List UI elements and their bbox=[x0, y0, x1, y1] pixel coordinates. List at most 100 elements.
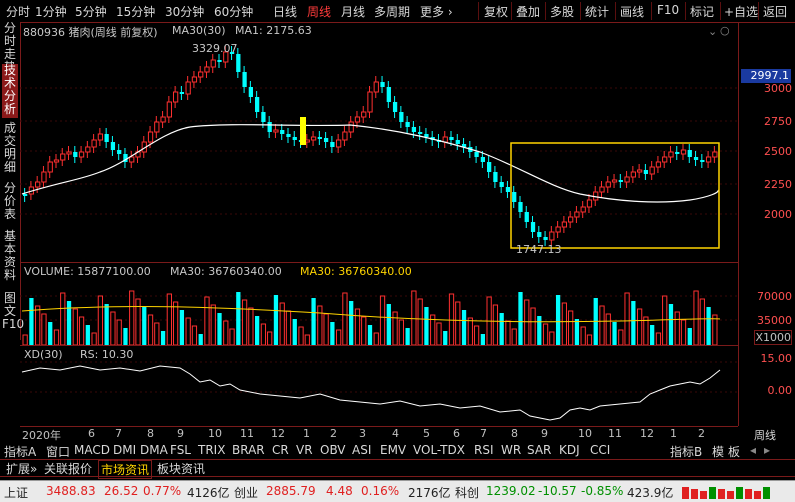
tab-cci[interactable]: CCI bbox=[590, 443, 610, 457]
tab-asi[interactable]: ASI bbox=[352, 443, 371, 457]
indicator-tab-bar: 指标A 窗口 MACD DMI DMA FSL TRIX BRAR CR VR … bbox=[0, 442, 795, 460]
tab-sector-news[interactable]: 板块资讯 bbox=[155, 460, 207, 477]
y-label-3000: 3000 bbox=[764, 82, 792, 95]
selection-box bbox=[510, 142, 720, 249]
candle-svg bbox=[20, 46, 738, 249]
ind-y-label-0: 0.00 bbox=[767, 384, 793, 397]
sh-index-change: 26.52 bbox=[104, 484, 139, 498]
tab-price-table[interactable]: 分价表 bbox=[2, 182, 18, 224]
scroll-right-icon[interactable]: ▸ bbox=[764, 443, 770, 457]
kc-index-change: -10.57 bbox=[538, 484, 577, 498]
period-daily[interactable]: 日线 bbox=[273, 3, 297, 20]
tab-expand[interactable]: 扩展» bbox=[4, 460, 39, 477]
low-price-label: 1747.13 bbox=[516, 243, 562, 256]
tab-vol-tdx[interactable]: VOL-TDX bbox=[413, 443, 465, 457]
tab-technical[interactable]: 技术分析 bbox=[2, 64, 18, 118]
tab-board[interactable]: 板 bbox=[728, 443, 740, 460]
date-label: 9 bbox=[541, 427, 548, 440]
date-label: 2 bbox=[698, 427, 705, 440]
tab-window[interactable]: 窗口 bbox=[46, 443, 70, 460]
add-watchlist-button[interactable]: +自选 bbox=[724, 3, 758, 20]
draw-line-button[interactable]: 画线 bbox=[620, 3, 644, 20]
tab-brar[interactable]: BRAR bbox=[232, 443, 265, 457]
period-multi[interactable]: 多周期 bbox=[374, 3, 410, 20]
cy-index-amount: 2176亿 bbox=[408, 486, 451, 500]
date-label: 7 bbox=[480, 427, 487, 440]
current-price-tag: 2997.1 bbox=[741, 69, 791, 83]
overlay-button[interactable]: 叠加 bbox=[516, 3, 540, 20]
tab-trades[interactable]: 成交明细 bbox=[2, 122, 18, 176]
tab-fenshi[interactable]: 分时走势 bbox=[2, 22, 18, 74]
tab-dma[interactable]: DMA bbox=[140, 443, 168, 457]
tab-dmi[interactable]: DMI bbox=[113, 443, 136, 457]
vol-y-label-35000: 35000 bbox=[757, 314, 792, 327]
period-30min[interactable]: 30分钟 bbox=[165, 3, 204, 20]
tab-cr[interactable]: CR bbox=[272, 443, 289, 457]
tab-related-quote[interactable]: 关联报价 bbox=[42, 460, 94, 477]
date-unit-label[interactable]: 周线 bbox=[754, 427, 776, 443]
date-label: 6 bbox=[88, 427, 95, 440]
date-label: 2 bbox=[330, 427, 337, 440]
tab-market-news[interactable]: 市场资讯 bbox=[98, 460, 153, 479]
scroll-left-icon[interactable]: ◂ bbox=[750, 443, 756, 457]
date-label: 5 bbox=[423, 427, 430, 440]
period-weekly[interactable]: 周线 bbox=[307, 3, 331, 20]
tab-wr[interactable]: WR bbox=[501, 443, 521, 457]
top-toolbar: 分时 1分钟 5分钟 15分钟 30分钟 60分钟 日线 周线 月线 多周期 更… bbox=[0, 0, 795, 23]
date-label: 1 bbox=[670, 427, 677, 440]
sh-index-label[interactable]: 上证 bbox=[4, 484, 28, 501]
tab-indicator-a[interactable]: 指标A bbox=[4, 443, 36, 460]
tab-label: 成交明细 bbox=[3, 121, 16, 174]
tab-label: 分价表 bbox=[3, 181, 16, 221]
y-label-2750: 2750 bbox=[764, 115, 792, 128]
vol-y-label-70000: 70000 bbox=[757, 290, 792, 303]
kc-index-label[interactable]: 科创 bbox=[455, 484, 479, 501]
candlestick-panel[interactable]: 880936 猪肉(周线 前复权) MA30(30) MA1: 2175.63 … bbox=[20, 22, 738, 263]
tab-vr[interactable]: VR bbox=[296, 443, 313, 457]
tab-trix[interactable]: TRIX bbox=[198, 443, 225, 457]
sh-index-value: 3488.83 bbox=[46, 484, 96, 498]
tab-label: 技术分析 bbox=[3, 63, 16, 116]
statistics-button[interactable]: 统计 bbox=[585, 3, 609, 20]
period-monthly[interactable]: 月线 bbox=[341, 3, 365, 20]
tab-template[interactable]: 模 bbox=[712, 443, 724, 460]
kc-index-amount: 423.9亿 bbox=[627, 486, 674, 500]
tab-kdj[interactable]: KDJ bbox=[559, 443, 580, 457]
tab-obv[interactable]: OBV bbox=[320, 443, 346, 457]
y-label-2000: 2000 bbox=[764, 208, 792, 221]
sh-index-amount: 4126亿 bbox=[187, 486, 230, 500]
f10-button[interactable]: F10 bbox=[657, 3, 679, 17]
back-button[interactable]: 返回 bbox=[763, 3, 787, 20]
period-5min[interactable]: 5分钟 bbox=[75, 3, 107, 20]
tab-label: 基本资料 bbox=[3, 229, 16, 282]
date-label: 10 bbox=[208, 427, 222, 440]
tab-f10[interactable]: 图文F10 bbox=[2, 292, 24, 340]
period-more[interactable]: 更多 › bbox=[420, 3, 453, 20]
indicator-panel[interactable]: XD(30) RS: 10.30 bbox=[20, 346, 738, 427]
tab-basic-info[interactable]: 基本资料 bbox=[2, 230, 18, 286]
period-60min[interactable]: 60分钟 bbox=[214, 3, 253, 20]
date-label: 3 bbox=[359, 427, 366, 440]
volume-svg bbox=[20, 290, 738, 345]
mark-button[interactable]: 标记 bbox=[690, 3, 714, 20]
tab-fsl[interactable]: FSL bbox=[170, 443, 191, 457]
y-label-2500: 2500 bbox=[764, 145, 792, 158]
cy-index-label[interactable]: 创业 bbox=[234, 484, 258, 501]
date-label: 1 bbox=[303, 427, 310, 440]
tab-indicator-b[interactable]: 指标B bbox=[670, 443, 702, 460]
volume-panel[interactable]: VOLUME: 15877100.00 MA30: 36760340.00 MA… bbox=[20, 263, 738, 346]
date-label: 8 bbox=[147, 427, 154, 440]
multi-stock-button[interactable]: 多股 bbox=[550, 3, 574, 20]
period-fenshi[interactable]: 分时 bbox=[6, 3, 30, 20]
vol-unit-label: X1000 bbox=[754, 330, 792, 345]
tab-macd[interactable]: MACD bbox=[74, 443, 110, 457]
cy-index-change: 4.48 bbox=[326, 484, 353, 498]
kc-index-pct: -0.85% bbox=[581, 484, 624, 498]
adjust-button[interactable]: 复权 bbox=[484, 3, 508, 20]
tab-rsi[interactable]: RSI bbox=[474, 443, 494, 457]
cy-index-pct: 0.16% bbox=[361, 484, 400, 498]
period-1min[interactable]: 1分钟 bbox=[35, 3, 67, 20]
period-15min[interactable]: 15分钟 bbox=[116, 3, 155, 20]
tab-emv[interactable]: EMV bbox=[380, 443, 406, 457]
tab-sar[interactable]: SAR bbox=[527, 443, 551, 457]
